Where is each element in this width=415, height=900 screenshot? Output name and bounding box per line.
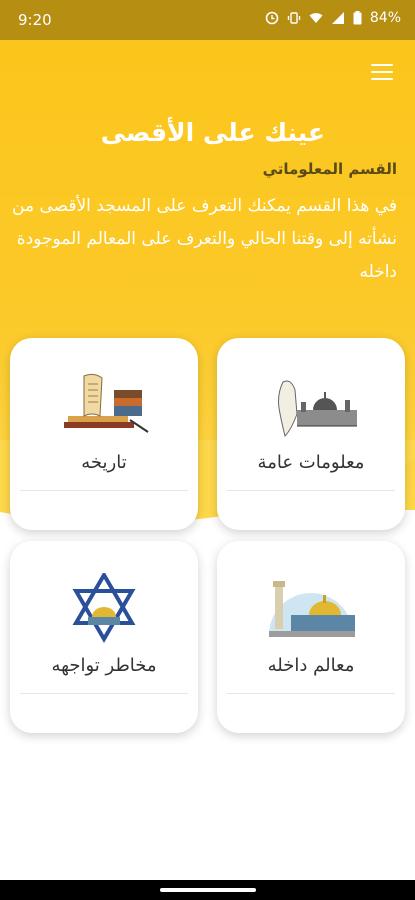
card-divider	[20, 490, 188, 491]
section-subtitle: القسم المعلوماتي	[262, 160, 397, 178]
battery-percent: 84%	[369, 10, 401, 26]
card-general-info[interactable]: معلومات عامة	[217, 338, 405, 530]
card-label: مخاطر تواجهه	[51, 655, 157, 676]
wifi-icon	[309, 13, 323, 23]
system-nav-bar	[0, 880, 415, 900]
battery-icon	[353, 11, 362, 25]
status-bar: 9:20 84%	[0, 0, 415, 40]
card-history[interactable]: تاريخه	[10, 338, 198, 530]
card-divider	[20, 693, 188, 694]
alarm-icon	[265, 11, 279, 25]
section-description: في هذا القسم يمكنك التعرف على المسجد الأ…	[12, 196, 397, 282]
books-and-scroll-illustration	[64, 373, 149, 433]
card-label: معالم داخله	[267, 655, 355, 676]
jerusalem-map-illustration	[278, 380, 357, 437]
card-label: تاريخه	[81, 452, 127, 473]
star-over-dome-illustration	[72, 573, 136, 643]
card-divider	[227, 490, 395, 491]
dome-of-the-rock-illustration	[269, 581, 355, 637]
vibrate-icon	[287, 12, 301, 24]
home-gesture-handle[interactable]	[159, 888, 256, 892]
status-icons: 84%	[265, 10, 401, 26]
page-title: عينك على الأقصى	[100, 118, 325, 147]
signal-icon	[331, 12, 344, 24]
card-landmarks[interactable]: معالم داخله	[217, 541, 405, 733]
card-divider	[227, 693, 395, 694]
status-time: 9:20	[18, 11, 52, 29]
hamburger-menu-icon[interactable]	[371, 64, 393, 82]
card-dangers[interactable]: مخاطر تواجهه	[10, 541, 198, 733]
card-label: معلومات عامة	[257, 452, 365, 473]
